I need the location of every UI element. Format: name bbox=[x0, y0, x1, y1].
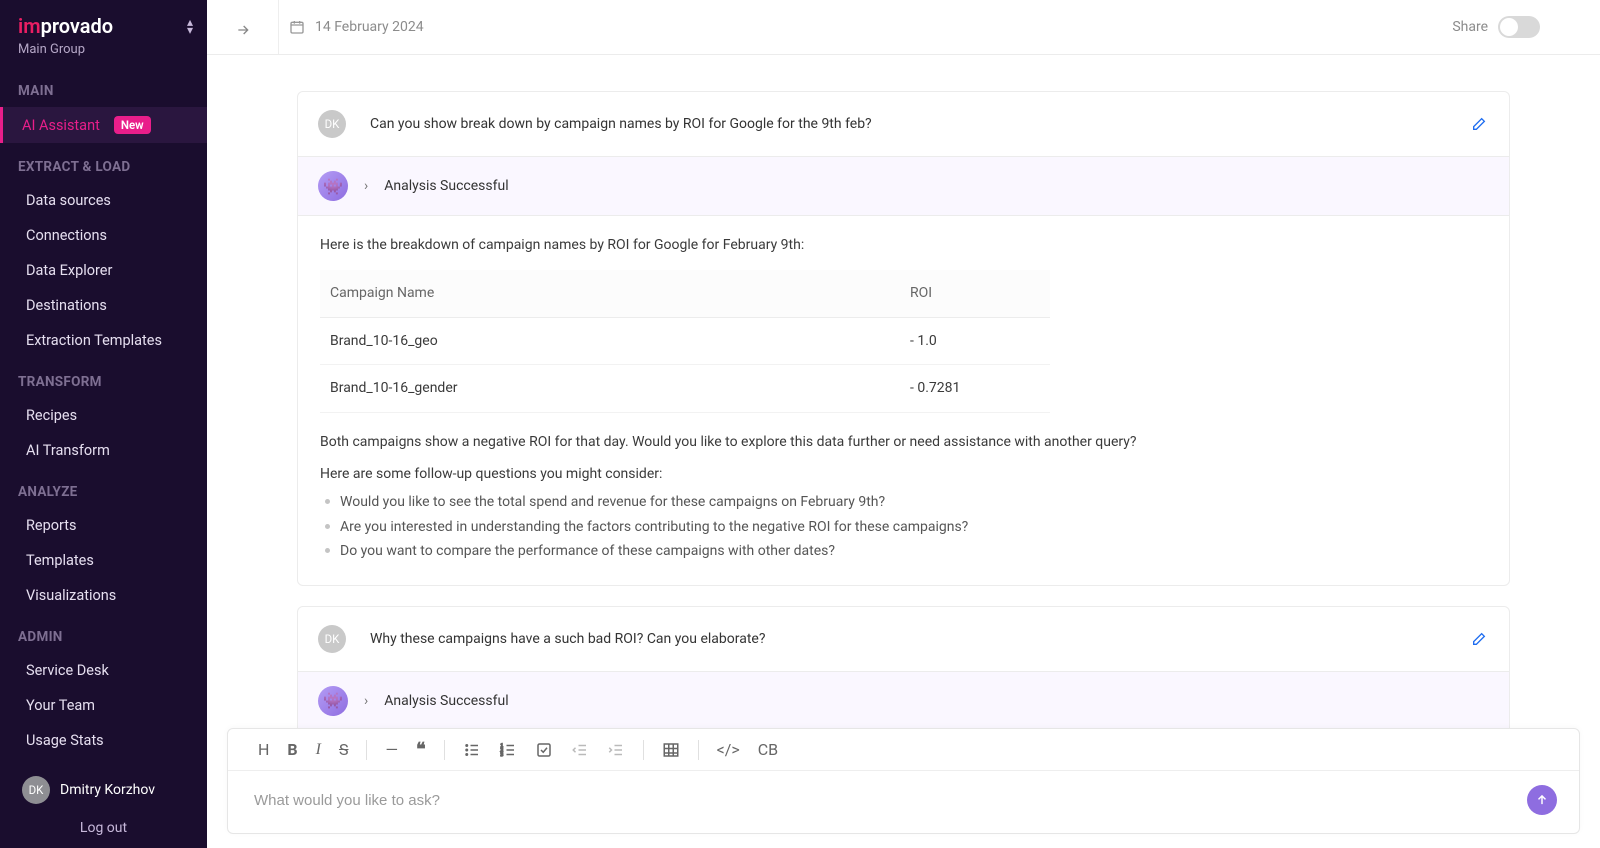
svg-text:3: 3 bbox=[500, 752, 503, 758]
workspace-switcher-icon[interactable]: ▴▾ bbox=[187, 18, 193, 34]
assistant-response-1: Here is the breakdown of campaign names … bbox=[298, 215, 1509, 585]
nav-heading-main: MAIN bbox=[0, 75, 207, 107]
share-toggle[interactable] bbox=[1498, 16, 1540, 38]
sidebar-item-ai-assistant[interactable]: AI Assistant New bbox=[0, 107, 207, 143]
code-icon[interactable]: </> bbox=[717, 740, 740, 759]
sidebar-item-label: AI Assistant bbox=[22, 117, 100, 134]
send-button[interactable] bbox=[1527, 785, 1557, 815]
indent-icon[interactable] bbox=[607, 741, 625, 759]
share-label: Share bbox=[1452, 19, 1488, 35]
followup-intro: Here are some follow-up questions you mi… bbox=[320, 463, 1487, 485]
message-input[interactable] bbox=[254, 792, 1527, 809]
followup-item: Would you like to see the total spend an… bbox=[320, 491, 1487, 513]
sidebar-collapse-icon[interactable] bbox=[235, 22, 251, 54]
sidebar-item-destinations[interactable]: Destinations bbox=[0, 288, 207, 323]
sidebar-item-connections[interactable]: Connections bbox=[0, 218, 207, 253]
edit-message-icon[interactable] bbox=[1471, 631, 1487, 647]
quote-icon[interactable]: ❝ bbox=[416, 739, 426, 760]
composer: H B I S — ❝ 123 </> CB bbox=[227, 728, 1580, 834]
table-icon[interactable] bbox=[662, 741, 680, 759]
assistant-status-row-1[interactable]: 👾 › Analysis Successful bbox=[298, 156, 1509, 215]
followup-item: Are you interested in understanding the … bbox=[320, 516, 1487, 538]
new-badge: New bbox=[114, 116, 151, 134]
user-name: Dmitry Korzhov bbox=[60, 782, 155, 798]
conversation-block-1: DK Can you show break down by campaign n… bbox=[297, 91, 1510, 586]
edit-message-icon[interactable] bbox=[1471, 116, 1487, 132]
sidebar-item-templates[interactable]: Templates bbox=[0, 543, 207, 578]
table-row: Brand_10-16_geo - 1.0 bbox=[320, 317, 1050, 364]
bold-icon[interactable]: B bbox=[287, 740, 297, 759]
chat-scroll[interactable]: DK Can you show break down by campaign n… bbox=[207, 55, 1600, 728]
calendar-icon bbox=[289, 19, 305, 35]
followup-list: Would you like to see the total spend an… bbox=[320, 491, 1487, 562]
outdent-icon[interactable] bbox=[571, 741, 589, 759]
table-header-roi: ROI bbox=[900, 270, 1050, 317]
nav-heading-extract: EXTRACT & LOAD bbox=[0, 151, 207, 183]
user-msg-text: Why these campaigns have a such bad ROI?… bbox=[370, 631, 765, 647]
user-message-1: DK Can you show break down by campaign n… bbox=[298, 92, 1509, 156]
date-display: 14 February 2024 bbox=[289, 19, 424, 35]
analysis-status: Analysis Successful bbox=[384, 178, 508, 194]
workspace-name[interactable]: Main Group bbox=[0, 38, 207, 67]
bot-avatar-icon: 👾 bbox=[318, 171, 348, 201]
nav-heading-admin: ADMIN bbox=[0, 621, 207, 653]
bot-avatar-icon: 👾 bbox=[318, 686, 348, 716]
sidebar-item-visualizations[interactable]: Visualizations bbox=[0, 578, 207, 613]
nav-heading-transform: TRANSFORM bbox=[0, 366, 207, 398]
italic-icon[interactable]: I bbox=[316, 741, 321, 759]
table-header-campaign: Campaign Name bbox=[320, 270, 900, 317]
sidebar-item-usage-stats[interactable]: Usage Stats bbox=[0, 723, 207, 758]
assistant-status-row-2[interactable]: 👾 › Analysis Successful bbox=[298, 671, 1509, 728]
table-row: Brand_10-16_gender - 0.7281 bbox=[320, 365, 1050, 412]
sidebar-item-reports[interactable]: Reports bbox=[0, 508, 207, 543]
sidebar-item-ai-transform[interactable]: AI Transform bbox=[0, 433, 207, 468]
user-msg-text: Can you show break down by campaign name… bbox=[370, 116, 872, 132]
sidebar-item-recipes[interactable]: Recipes bbox=[0, 398, 207, 433]
format-toolbar: H B I S — ❝ 123 </> CB bbox=[228, 729, 1579, 771]
user-avatar: DK bbox=[22, 776, 50, 804]
user-message-2: DK Why these campaigns have a such bad R… bbox=[298, 607, 1509, 671]
roi-table: Campaign Name ROI Brand_10-16_geo - 1.0 … bbox=[320, 270, 1050, 412]
expand-icon: › bbox=[364, 693, 368, 709]
brand-logo: improvado bbox=[18, 14, 113, 38]
strike-icon[interactable]: S bbox=[339, 740, 349, 759]
analysis-status: Analysis Successful bbox=[384, 693, 508, 709]
sidebar-item-data-sources[interactable]: Data sources bbox=[0, 183, 207, 218]
heading-icon[interactable]: H bbox=[258, 740, 269, 759]
hr-icon[interactable]: — bbox=[385, 740, 398, 759]
sidebar-item-extraction-templates[interactable]: Extraction Templates bbox=[0, 323, 207, 358]
conversation-block-2: DK Why these campaigns have a such bad R… bbox=[297, 606, 1510, 728]
sidebar-item-service-desk[interactable]: Service Desk bbox=[0, 653, 207, 688]
sidebar-item-data-explorer[interactable]: Data Explorer bbox=[0, 253, 207, 288]
ordered-list-icon[interactable]: 123 bbox=[499, 741, 517, 759]
current-user[interactable]: DK Dmitry Korzhov bbox=[0, 768, 207, 812]
main-area: 14 February 2024 Share DK Can you show b… bbox=[207, 0, 1600, 848]
checkbox-icon[interactable] bbox=[535, 741, 553, 759]
bullet-list-icon[interactable] bbox=[463, 741, 481, 759]
logout-link[interactable]: Log out bbox=[0, 812, 207, 848]
response-summary: Both campaigns show a negative ROI for t… bbox=[320, 431, 1487, 453]
sidebar: improvado ▴▾ Main Group MAIN AI Assistan… bbox=[0, 0, 207, 848]
user-msg-avatar: DK bbox=[318, 110, 346, 138]
sidebar-item-your-team[interactable]: Your Team bbox=[0, 688, 207, 723]
user-msg-avatar: DK bbox=[318, 625, 346, 653]
nav-heading-analyze: ANALYZE bbox=[0, 476, 207, 508]
response-intro: Here is the breakdown of campaign names … bbox=[320, 234, 1487, 256]
codeblock-icon[interactable]: CB bbox=[758, 740, 778, 759]
expand-icon: › bbox=[364, 178, 368, 194]
followup-item: Do you want to compare the performance o… bbox=[320, 540, 1487, 562]
